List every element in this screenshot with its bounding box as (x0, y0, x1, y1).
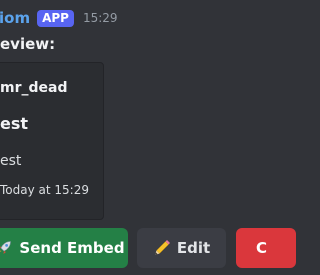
pencil-icon (153, 239, 171, 257)
message-content: eview: (0, 35, 56, 53)
embed-title: est (0, 114, 29, 133)
embed-author: mr_dead (0, 80, 68, 96)
embed-description: est (0, 153, 22, 169)
edit-button[interactable]: Edit (137, 228, 226, 268)
third-action-button[interactable]: C (236, 228, 296, 268)
message-timestamp[interactable]: 15:29 (83, 11, 118, 25)
send-embed-button[interactable]: Send Embed (0, 228, 128, 268)
message-author-name[interactable]: iom (0, 9, 30, 27)
embed-card: mr_dead est est Today at 15:29 (0, 62, 104, 220)
third-action-label: C (256, 239, 268, 257)
embed-footer: Today at 15:29 (0, 183, 89, 197)
send-embed-label: Send Embed (19, 239, 125, 257)
app-badge: APP (37, 9, 74, 27)
rocket-icon (0, 239, 13, 257)
edit-label: Edit (176, 239, 211, 257)
message-header: iom APP 15:29 (0, 8, 118, 28)
